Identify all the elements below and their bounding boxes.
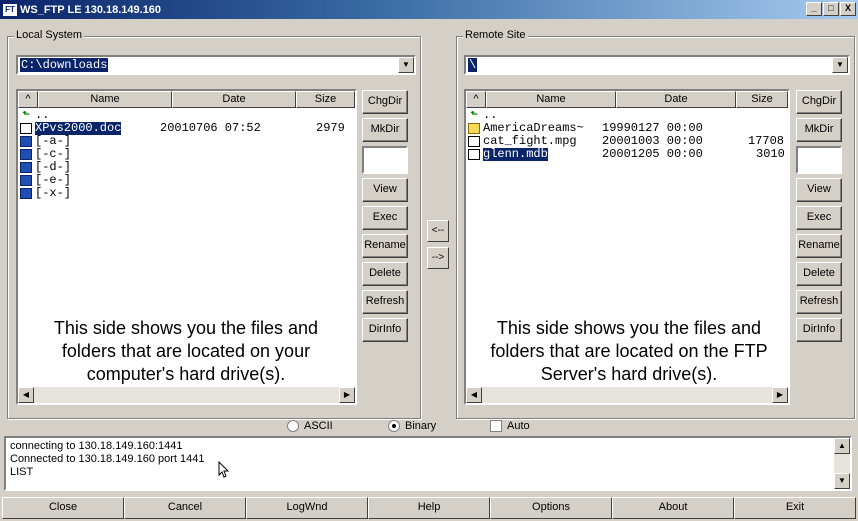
exit-button[interactable]: Exit bbox=[734, 497, 856, 519]
mouse-cursor-icon bbox=[218, 461, 230, 478]
local-path-combo[interactable]: C:\downloads ▼ bbox=[16, 55, 416, 75]
remote-mkdir-button[interactable]: MkDir bbox=[796, 118, 842, 142]
local-file-list[interactable]: ^ Name Date Size ⬑ .. XPvs2000.doc 20010… bbox=[16, 89, 357, 405]
close-window-button[interactable]: X bbox=[840, 2, 856, 16]
about-button[interactable]: About bbox=[612, 497, 734, 519]
scroll-right-icon[interactable]: ▶ bbox=[772, 387, 788, 403]
scroll-up-icon[interactable]: ▲ bbox=[834, 438, 850, 454]
options-button[interactable]: Options bbox=[490, 497, 612, 519]
local-sort-indicator[interactable]: ^ bbox=[18, 91, 38, 108]
minimize-button[interactable]: _ bbox=[806, 2, 822, 16]
close-button[interactable]: Close bbox=[2, 497, 124, 519]
help-button[interactable]: Help bbox=[368, 497, 490, 519]
local-dirinfo-button[interactable]: DirInfo bbox=[362, 318, 408, 342]
log-window[interactable]: connecting to 130.18.149.160:1441 Connec… bbox=[4, 436, 852, 491]
auto-checkbox[interactable]: Auto bbox=[490, 420, 530, 432]
up-arrow-icon: ⬑ bbox=[470, 110, 478, 120]
chevron-down-icon[interactable]: ▼ bbox=[398, 57, 414, 73]
drive-icon bbox=[20, 175, 32, 186]
remote-view-button[interactable]: View bbox=[796, 178, 842, 202]
scroll-left-icon[interactable]: ◀ bbox=[18, 387, 34, 403]
up-arrow-icon: ⬑ bbox=[22, 110, 30, 120]
local-mkdir-button[interactable]: MkDir bbox=[362, 118, 408, 142]
radio-icon bbox=[287, 420, 299, 432]
remote-site-label: Remote Site bbox=[463, 29, 528, 41]
file-icon bbox=[468, 149, 480, 160]
remote-chgdir-button[interactable]: ChgDir bbox=[796, 90, 842, 114]
remote-exec-button[interactable]: Exec bbox=[796, 206, 842, 230]
folder-icon bbox=[468, 123, 480, 134]
remote-col-name[interactable]: Name bbox=[486, 91, 616, 108]
log-line: connecting to 130.18.149.160:1441 bbox=[10, 440, 183, 452]
scroll-right-icon[interactable]: ▶ bbox=[339, 387, 355, 403]
remote-col-size[interactable]: Size bbox=[736, 91, 788, 108]
list-item[interactable]: [-x-] bbox=[20, 187, 355, 200]
local-command-input[interactable] bbox=[362, 146, 408, 174]
remote-delete-button[interactable]: Delete bbox=[796, 262, 842, 286]
binary-radio[interactable]: Binary bbox=[388, 420, 436, 432]
drive-icon bbox=[20, 162, 32, 173]
cancel-button[interactable]: Cancel bbox=[124, 497, 246, 519]
local-exec-button[interactable]: Exec bbox=[362, 206, 408, 230]
ascii-radio[interactable]: ASCII bbox=[287, 420, 333, 432]
local-system-label: Local System bbox=[14, 29, 85, 41]
maximize-button[interactable]: □ bbox=[823, 2, 839, 16]
remote-command-input[interactable] bbox=[796, 146, 842, 174]
local-refresh-button[interactable]: Refresh bbox=[362, 290, 408, 314]
scroll-left-icon[interactable]: ◀ bbox=[466, 387, 482, 403]
checkbox-icon bbox=[490, 420, 502, 432]
window-title: WS_FTP LE 130.18.149.160 bbox=[20, 3, 162, 16]
bottom-button-bar: Close Cancel LogWnd Help Options About E… bbox=[2, 497, 856, 519]
local-horizontal-scrollbar[interactable]: ◀ ▶ bbox=[18, 387, 355, 403]
remote-horizontal-scrollbar[interactable]: ◀ ▶ bbox=[466, 387, 788, 403]
local-col-date[interactable]: Date bbox=[172, 91, 296, 108]
remote-sort-indicator[interactable]: ^ bbox=[466, 91, 486, 108]
upload-button[interactable]: --> bbox=[427, 247, 449, 269]
drive-icon bbox=[20, 188, 32, 199]
logwnd-button[interactable]: LogWnd bbox=[246, 497, 368, 519]
remote-rename-button[interactable]: Rename bbox=[796, 234, 842, 258]
remote-dirinfo-button[interactable]: DirInfo bbox=[796, 318, 842, 342]
download-button[interactable]: <-- bbox=[427, 220, 449, 242]
radio-selected-icon bbox=[388, 420, 400, 432]
local-path-value: C:\downloads bbox=[20, 58, 109, 72]
scroll-down-icon[interactable]: ▼ bbox=[834, 473, 850, 489]
remote-hint-text: This side shows you the files and folder… bbox=[490, 318, 768, 384]
remote-col-date[interactable]: Date bbox=[616, 91, 736, 108]
local-rename-button[interactable]: Rename bbox=[362, 234, 408, 258]
local-col-size[interactable]: Size bbox=[296, 91, 355, 108]
local-col-name[interactable]: Name bbox=[38, 91, 172, 108]
log-line: Connected to 130.18.149.160 port 1441 bbox=[10, 453, 205, 465]
remote-path-combo[interactable]: \ ▼ bbox=[464, 55, 850, 75]
remote-refresh-button[interactable]: Refresh bbox=[796, 290, 842, 314]
app-icon: FT bbox=[3, 3, 17, 16]
file-icon bbox=[468, 136, 480, 147]
drive-icon bbox=[20, 149, 32, 160]
remote-file-list[interactable]: ^ Name Date Size ⬑ .. AmericaDreams~ 199… bbox=[464, 89, 790, 405]
local-delete-button[interactable]: Delete bbox=[362, 262, 408, 286]
log-line: LIST bbox=[10, 466, 34, 478]
title-bar[interactable]: FT WS_FTP LE 130.18.149.160 _ □ X bbox=[0, 0, 858, 19]
local-chgdir-button[interactable]: ChgDir bbox=[362, 90, 408, 114]
chevron-down-icon[interactable]: ▼ bbox=[832, 57, 848, 73]
local-hint-text: This side shows you the files and folder… bbox=[53, 318, 319, 384]
list-item[interactable]: XPvs2000.doc 20010706 07:52 2979 bbox=[20, 122, 355, 135]
local-view-button[interactable]: View bbox=[362, 178, 408, 202]
list-item[interactable]: glenn.mdb 20001205 00:00 3010 bbox=[468, 148, 788, 161]
remote-path-value: \ bbox=[468, 58, 478, 72]
log-vertical-scrollbar[interactable]: ▲ ▼ bbox=[834, 438, 850, 489]
file-icon bbox=[20, 123, 32, 134]
drive-icon bbox=[20, 136, 32, 147]
